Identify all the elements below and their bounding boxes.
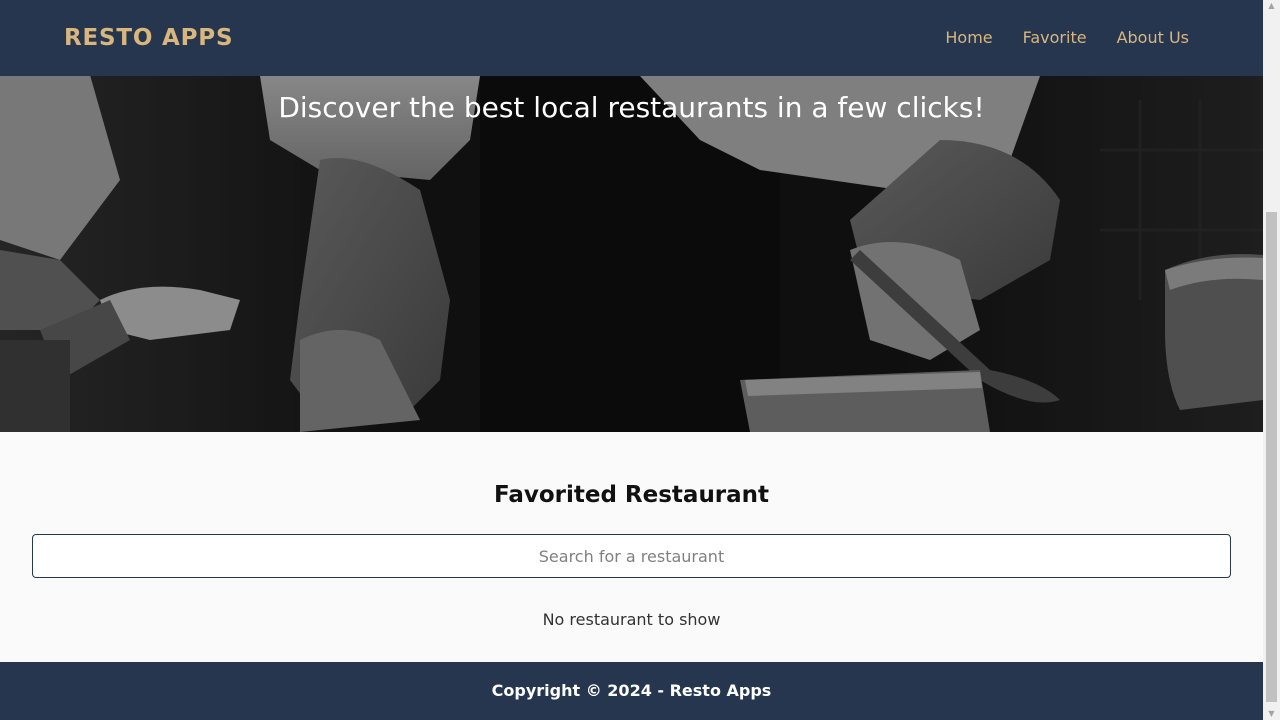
- brand-logo[interactable]: RESTO APPS: [64, 24, 233, 52]
- search-input[interactable]: [32, 534, 1231, 578]
- nav-menu: Home Favorite About Us: [945, 28, 1189, 48]
- nav-link-home[interactable]: Home: [945, 28, 992, 48]
- page: Discover the best local restaurants in a…: [0, 0, 1263, 720]
- scroll-down-icon[interactable]: ▼: [1263, 708, 1280, 720]
- footer: Copyright © 2024 - Resto Apps: [0, 662, 1263, 720]
- empty-message: No restaurant to show: [542, 610, 721, 629]
- scroll-up-icon[interactable]: ▲: [1263, 0, 1280, 12]
- hero-subtitle: Discover the best local restaurants in a…: [278, 91, 985, 124]
- vertical-scrollbar[interactable]: ▲ ▼: [1263, 0, 1280, 720]
- nav-link-favorite[interactable]: Favorite: [1023, 28, 1087, 48]
- favorites-section: Favorited Restaurant No restaurant to sh…: [0, 432, 1263, 662]
- scroll-thumb[interactable]: [1266, 212, 1277, 702]
- footer-copyright: Copyright © 2024 - Resto Apps: [491, 681, 772, 700]
- nav-link-about-us[interactable]: About Us: [1117, 28, 1189, 48]
- section-title: Favorited Restaurant: [493, 482, 770, 508]
- navbar: RESTO APPS Home Favorite About Us: [0, 0, 1263, 76]
